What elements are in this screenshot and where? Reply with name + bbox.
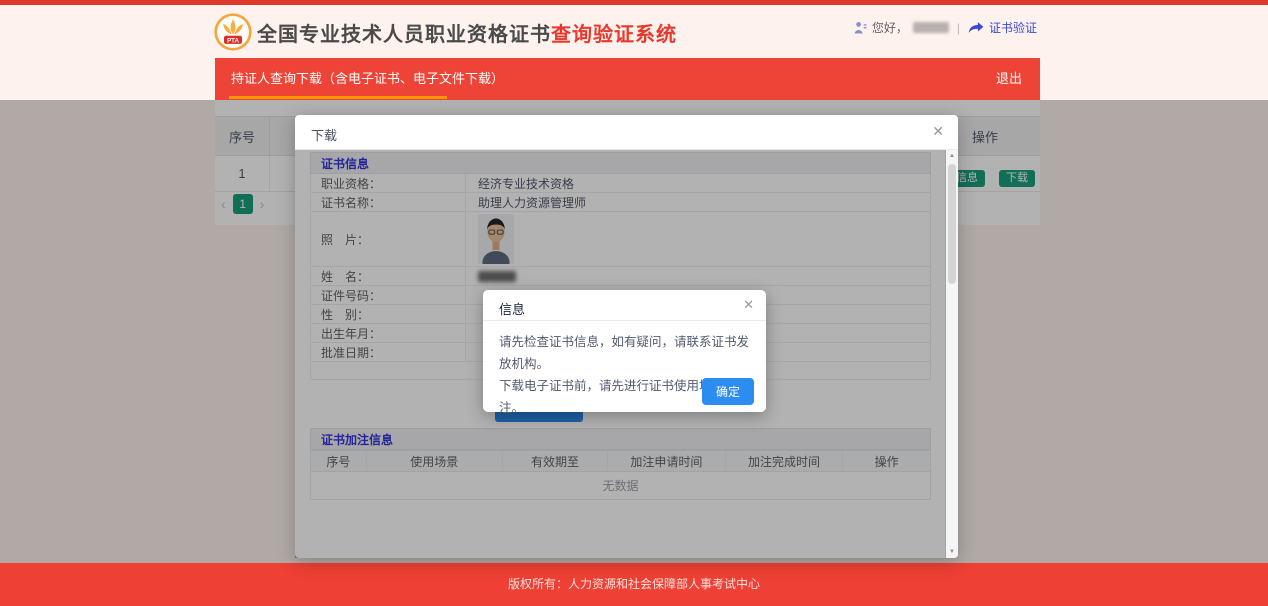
greeting-text: 您好， [872,19,908,36]
scrollbar-thumb[interactable] [948,164,956,284]
logout-button[interactable]: 退出 [996,58,1022,100]
cert-verify-link[interactable]: 证书验证 [989,19,1037,36]
title-accent: 查询验证系统 [551,24,677,46]
page-footer: 版权所有：人力资源和社会保障部人事考试中心 [0,563,1268,606]
scroll-up-icon[interactable]: ▲ [946,153,958,159]
modal-scrollbar[interactable]: ▲ ▼ [945,150,958,558]
header-divider: | [957,21,960,35]
info-message-line-1: 请先检查证书信息，如有疑问，请联系证书发放机构。 [499,331,750,375]
info-modal-header: 信息 ✕ [483,290,766,321]
user-icon [854,21,867,34]
pta-logo-icon: PTA [214,13,252,51]
download-modal-close-icon[interactable]: ✕ [932,123,944,140]
user-area: 您好， | 证书验证 [854,19,1037,36]
brand: PTA 全国专业技术人员职业资格证书查询验证系统 [214,13,677,51]
info-modal-close-icon[interactable]: ✕ [743,297,754,313]
download-modal-title: 下载 [311,125,337,144]
download-modal-header: 下载 ✕ [295,115,958,150]
confirm-button[interactable]: 确定 [702,378,754,405]
svg-text:PTA: PTA [227,37,239,44]
info-modal: 信息 ✕ 请先检查证书信息，如有疑问，请联系证书发放机构。 下载电子证书前，请先… [483,290,766,412]
screen: PTA 全国专业技术人员职业资格证书查询验证系统 您好， | 证书验证 持证人查… [0,0,1268,606]
title-main: 全国专业技术人员职业资格证书 [257,24,551,46]
info-modal-title: 信息 [499,299,525,318]
active-tab-underline [229,96,447,99]
nav-tab-label: 持证人查询下载（含电子证书、电子文件下载） [231,71,504,86]
scroll-down-icon[interactable]: ▼ [946,549,958,555]
redacted-username [913,22,949,33]
site-header: PTA 全国专业技术人员职业资格证书查询验证系统 您好， | 证书验证 [0,5,1268,58]
copyright-text: 版权所有：人力资源和社会保障部人事考试中心 [508,577,760,591]
nav-bar: 持证人查询下载（含电子证书、电子文件下载） 退出 [215,58,1040,100]
nav-tab-holder-download[interactable]: 持证人查询下载（含电子证书、电子文件下载） [215,58,520,100]
page-title: 全国专业技术人员职业资格证书查询验证系统 [257,18,677,47]
share-arrow-icon [968,21,984,34]
info-modal-footer: 确定 [702,378,754,405]
